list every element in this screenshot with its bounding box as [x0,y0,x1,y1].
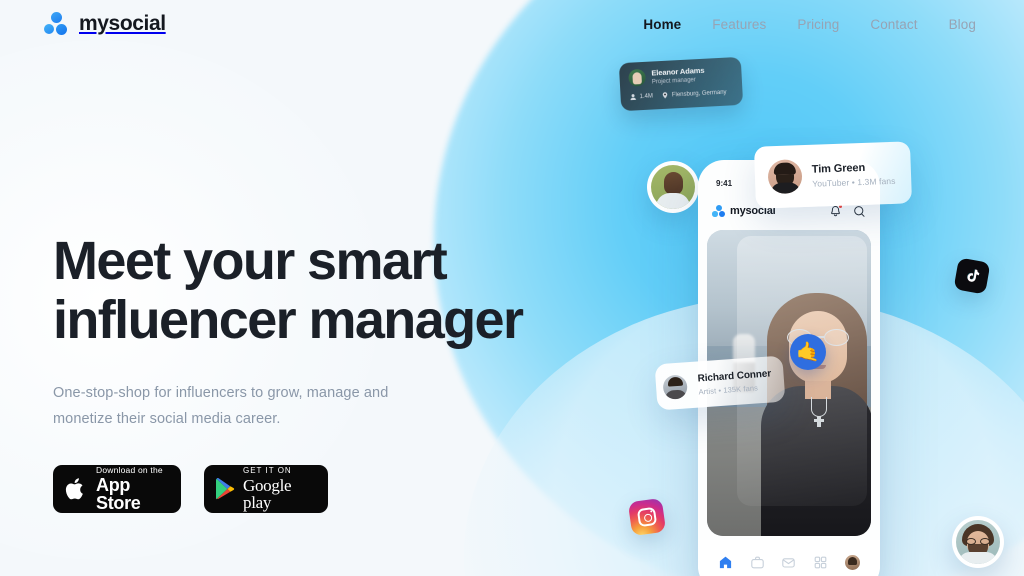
floating-avatar-top [647,161,699,213]
brand-name: mysocial [79,12,166,35]
headline-line-1: Meet your smart [53,231,448,291]
site-header: mysocial Home Features Pricing Contact B… [0,0,1024,48]
avatar [628,68,647,87]
reaction-badge: 🤙 [790,334,826,370]
headline-line-2: influencer manager [53,290,524,350]
page-title: Meet your smart influencer manager [53,232,573,350]
person-icon [630,94,636,101]
nav-item-contact[interactable]: Contact [870,17,917,32]
tiktok-icon[interactable] [953,257,991,295]
hero-section: Meet your smart influencer manager One-s… [53,232,573,513]
instagram-icon[interactable] [627,497,667,537]
influencer-role: Project manager [651,76,696,86]
search-icon[interactable] [853,205,866,218]
location-label: Flensburg, Germany [662,89,727,99]
influencer-meta: YouTuber • 1.3M fans [812,175,896,189]
google-play-icon [216,478,235,500]
mysocial-dots-logo-icon [44,12,70,36]
avatar [662,374,688,400]
influencer-name: Tim Green [811,161,866,176]
influencer-card-eleanor[interactable]: Eleanor Adams Project manager 1.4M Flens… [618,56,744,112]
envelope-icon[interactable] [781,555,796,570]
app-store-big-label: App Store [96,475,141,514]
phone-header-actions [829,203,866,218]
influencer-card-tim[interactable]: Tim Green YouTuber • 1.3M fans [753,141,913,209]
nav-item-blog[interactable]: Blog [949,17,976,32]
home-icon[interactable] [718,555,733,570]
location-pin-icon [663,92,668,99]
phone-status-time: 9:41 [716,178,733,188]
nav-item-home[interactable]: Home [643,17,681,32]
google-play-button[interactable]: GET IT ON Google play [204,465,328,513]
app-store-small-label: Download on the [96,464,163,475]
brand-logo[interactable]: mysocial [44,12,166,36]
nav-item-features[interactable]: Features [712,17,766,32]
apple-icon [65,478,83,500]
grid-icon[interactable] [813,555,828,570]
floating-avatar-bottom [952,516,1004,568]
briefcase-icon[interactable] [750,555,765,570]
avatar [767,159,803,195]
mysocial-dots-logo-icon [712,204,726,218]
hero-subtext: One-stop-shop for influencers to grow, m… [53,385,389,427]
phone-mockup-stage: 9:41 mysocial Tim Green YouTuber • 1.3M … [618,56,1024,576]
influencer-card-richard[interactable]: Richard Conner Artist • 135K fans [654,355,786,411]
store-badges: Download on the App Store GET IT ON Goog… [53,465,573,513]
influencer-meta: Artist • 135K fans [698,382,759,397]
reaction-emoji: 🤙 [796,342,820,363]
app-store-button[interactable]: Download on the App Store [53,465,181,513]
nav-item-pricing[interactable]: Pricing [797,17,839,32]
profile-avatar-icon[interactable] [844,554,860,570]
bell-icon[interactable] [829,203,843,218]
google-play-big-label: Google play [243,476,292,512]
follower-count: 1.4M [629,92,653,101]
google-play-small-label: GET IT ON [243,466,292,475]
phone-tab-bar [698,540,880,576]
main-navigation: Home Features Pricing Contact Blog [643,17,976,32]
